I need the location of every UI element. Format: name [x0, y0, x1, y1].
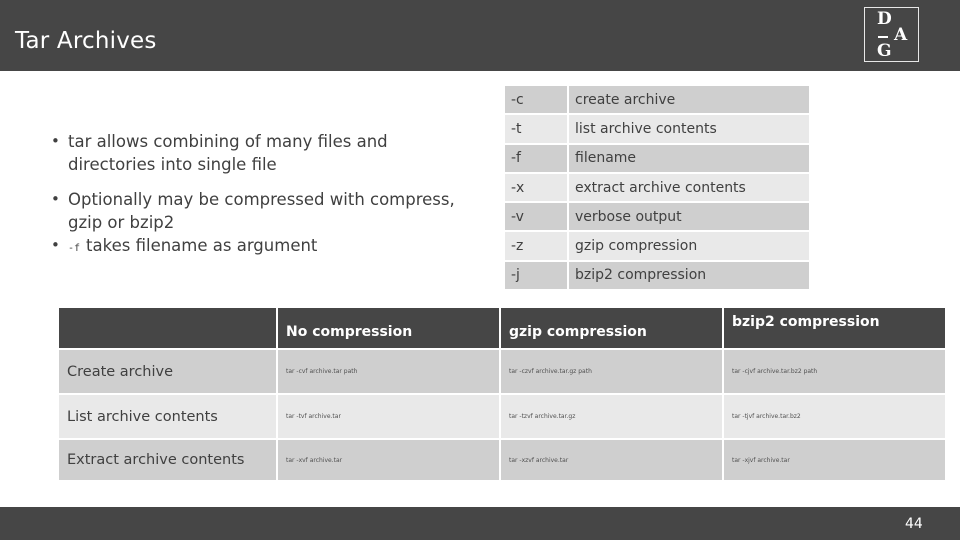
bullet-item: Optionally may be compressed with compre…: [51, 188, 462, 234]
option-description: verbose output: [569, 203, 809, 231]
footer-bar: 44: [0, 507, 960, 540]
table-row: Create archive tar -cvf archive.tar path…: [59, 350, 945, 393]
command-cell: tar -tzvf archive.tar.gz: [501, 395, 722, 438]
option-flag: -v: [505, 203, 567, 231]
page-number: 44: [905, 516, 923, 532]
command-cell: tar -tvf archive.tar: [278, 395, 499, 438]
logo-dash: [878, 36, 888, 38]
option-description: filename: [569, 144, 809, 172]
header-gzip: gzip compression: [501, 308, 722, 348]
table-row: -x extract archive contents: [505, 173, 809, 202]
table-row: -v verbose output: [505, 203, 809, 231]
bullet-item: tar allows combining of many files and d…: [51, 130, 462, 176]
logo-letter-d: D: [877, 9, 892, 29]
header-empty: [59, 308, 276, 348]
option-flag: -x: [505, 173, 567, 202]
option-flag: -j: [505, 261, 567, 290]
slide-title: Tar Archives: [15, 28, 157, 54]
bullet-text: tar allows combining of many files and d…: [68, 132, 388, 174]
option-flag: -z: [505, 232, 567, 260]
command-cell: tar -xvf archive.tar: [278, 440, 499, 480]
option-description: bzip2 compression: [569, 261, 809, 290]
command-cell: tar -xjvf archive.tar: [724, 440, 945, 480]
table-row: -c create archive: [505, 86, 809, 114]
table-row: -z gzip compression: [505, 232, 809, 260]
command-cell: tar -czvf archive.tar.gz path: [501, 350, 722, 393]
title-bar: Tar Archives D A G: [0, 0, 960, 71]
table-row: -f filename: [505, 144, 809, 172]
command-cell: tar -cvf archive.tar path: [278, 350, 499, 393]
header-no-compression: No compression: [278, 308, 499, 348]
logo-letter-a: A: [894, 25, 908, 45]
bullet-text: takes filename as argument: [86, 236, 318, 255]
row-label: Create archive: [59, 350, 276, 393]
option-description: list archive contents: [569, 115, 809, 143]
option-description: create archive: [569, 86, 809, 114]
command-cell: tar -xzvf archive.tar: [501, 440, 722, 480]
command-cell: tar -tjvf archive.tar.bz2: [724, 395, 945, 438]
command-cell: tar -cjvf archive.tar.bz2 path: [724, 350, 945, 393]
row-label: Extract archive contents: [59, 440, 276, 480]
bullet-list: tar allows combining of many files and d…: [51, 130, 462, 260]
compression-table: No compression gzip compression bzip2 co…: [57, 306, 947, 482]
table-row: -t list archive contents: [505, 115, 809, 143]
table-header-row: No compression gzip compression bzip2 co…: [59, 308, 945, 348]
row-label: List archive contents: [59, 395, 276, 438]
logo-letter-g: G: [877, 41, 892, 61]
option-flag: -f: [505, 144, 567, 172]
bullet-item: -f takes filename as argument: [51, 234, 462, 260]
option-description: gzip compression: [569, 232, 809, 260]
option-flag: -t: [505, 115, 567, 143]
dag-logo: D A G: [864, 7, 919, 62]
table-row: -j bzip2 compression: [505, 261, 809, 290]
table-row: Extract archive contents tar -xvf archiv…: [59, 440, 945, 480]
bullet-text: Optionally may be compressed with compre…: [68, 190, 455, 232]
bullet-code: -f: [68, 243, 81, 254]
option-flag: -c: [505, 86, 567, 114]
table-row: List archive contents tar -tvf archive.t…: [59, 395, 945, 438]
header-bzip2: bzip2 compression: [724, 308, 945, 348]
option-description: extract archive contents: [569, 173, 809, 202]
options-table: -c create archive -t list archive conten…: [503, 84, 811, 291]
